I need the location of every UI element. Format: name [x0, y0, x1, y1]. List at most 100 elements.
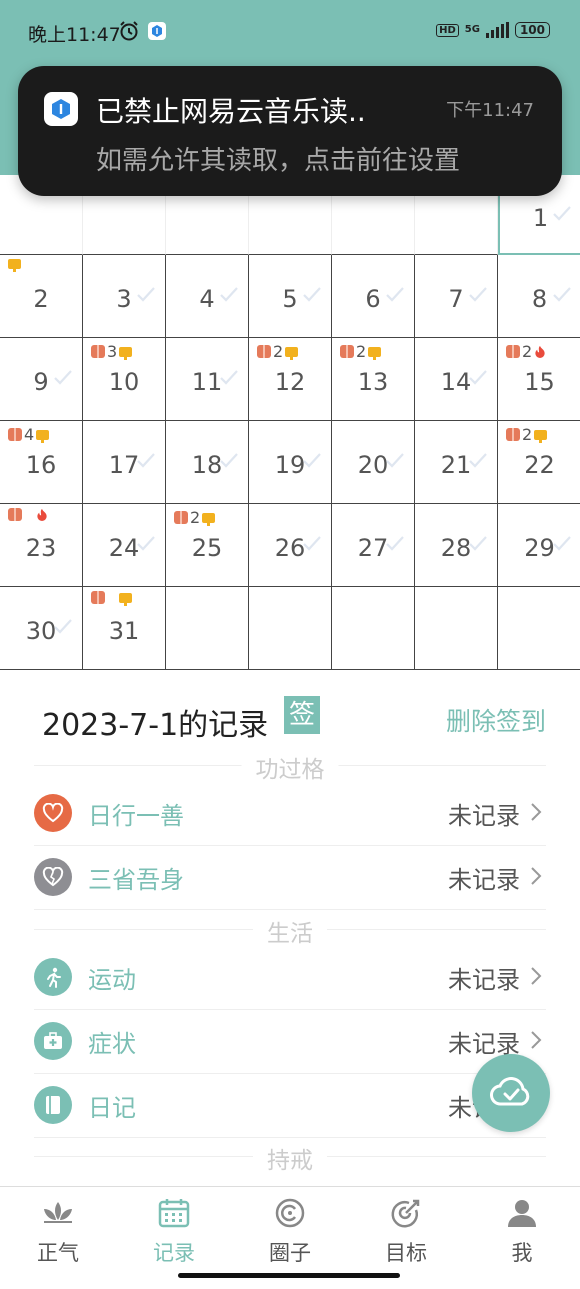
nav-item-me[interactable]: 我: [472, 1195, 572, 1267]
calendar-day-31[interactable]: 31: [83, 587, 166, 670]
book-icon: [340, 345, 354, 358]
day-badges: [91, 591, 132, 606]
record-status: 未记录: [448, 966, 520, 994]
day-badges: 2: [506, 342, 546, 361]
record-row-diary[interactable]: 日记 未记录: [34, 1074, 546, 1138]
calendar-day-4[interactable]: 4: [166, 255, 249, 338]
badge-count: 2: [273, 342, 284, 361]
calendar-day-15[interactable]: 2 15: [498, 338, 580, 421]
fire-icon: [36, 508, 48, 521]
book-icon: [8, 508, 22, 521]
record-row-symptoms[interactable]: 症状 未记录: [34, 1010, 546, 1074]
notification-time: 下午11:47: [446, 100, 534, 121]
day-badges: 4: [8, 425, 50, 444]
check-icon: [386, 536, 404, 556]
calendar-day-5[interactable]: 5: [249, 255, 332, 338]
calendar-empty-cell: [332, 587, 415, 670]
check-icon: [54, 370, 72, 390]
badge-count: 3: [107, 342, 118, 361]
nav-item-records[interactable]: 记录: [124, 1195, 224, 1267]
delete-checkin-button[interactable]: 删除签到: [446, 702, 546, 738]
day-number: 2: [33, 285, 49, 313]
target-icon: [356, 1195, 456, 1231]
check-icon: [303, 536, 321, 556]
check-icon: [553, 287, 571, 307]
calendar-day-26[interactable]: 26: [249, 504, 332, 587]
check-icon: [137, 287, 155, 307]
calendar-empty-cell: [415, 587, 498, 670]
check-icon: [137, 536, 155, 556]
nav-item-circle[interactable]: 圈子: [240, 1195, 340, 1267]
check-icon: [220, 453, 238, 473]
chevron-right-icon: [530, 802, 542, 826]
day-badges: 2: [174, 508, 216, 527]
check-icon: [137, 453, 155, 473]
calendar-day-21[interactable]: 21: [415, 421, 498, 504]
nav-item-zhengqi[interactable]: 正气: [8, 1195, 108, 1267]
calendar-day-29[interactable]: 29: [498, 504, 580, 587]
day-number: 25: [191, 534, 223, 562]
calendar-day-20[interactable]: 20: [332, 421, 415, 504]
calendar-day-30[interactable]: 30: [0, 587, 83, 670]
calendar-grid: 1 2 3 4 5 6 7 8 9 3 10 11 2 12 2 13 14 2 15 4 16 17 18 19 20 21 2 2…: [0, 172, 580, 672]
check-icon: [553, 536, 571, 556]
record-label: 症状: [88, 1030, 136, 1058]
calendar-day-19[interactable]: 19: [249, 421, 332, 504]
calendar-day-14[interactable]: 14: [415, 338, 498, 421]
day-number: 16: [25, 451, 57, 479]
calendar-day-10[interactable]: 3 10: [83, 338, 166, 421]
calendar-day-7[interactable]: 7: [415, 255, 498, 338]
calendar-day-2[interactable]: 2: [0, 255, 83, 338]
notification-banner[interactable]: 已禁止网易云音乐读.. 下午11:47 如需允许其读取，点击前往设置: [18, 66, 562, 196]
book-icon: [506, 428, 520, 441]
fire-icon: [534, 345, 546, 358]
calendar-day-17[interactable]: 17: [83, 421, 166, 504]
record-row-exercise[interactable]: 运动 未记录: [34, 946, 546, 1010]
day-number: 15: [524, 368, 555, 396]
calendar-day-22[interactable]: 2 22: [498, 421, 580, 504]
medical-kit-icon: [34, 1022, 72, 1060]
record-status: 未记录: [448, 802, 520, 830]
check-icon: [469, 370, 487, 390]
chevron-right-icon: [530, 966, 542, 990]
nav-label: 我: [511, 1241, 533, 1265]
calendar-day-16[interactable]: 4 16: [0, 421, 83, 504]
screen-icon: [534, 429, 548, 443]
calendar-day-3[interactable]: 3: [83, 255, 166, 338]
cloud-sync-button[interactable]: [472, 1054, 550, 1132]
calendar-day-9[interactable]: 9: [0, 338, 83, 421]
day-badges: 3: [91, 342, 133, 361]
notification-title: 已禁止网易云音乐读..: [96, 95, 366, 128]
calendar-day-23[interactable]: 23: [0, 504, 83, 587]
calendar-day-18[interactable]: 18: [166, 421, 249, 504]
chevron-right-icon: [530, 866, 542, 890]
record-row-good-deed[interactable]: 日行一善 未记录: [34, 782, 546, 846]
calendar-day-8[interactable]: 8: [498, 255, 580, 338]
check-icon: [386, 453, 404, 473]
notebook-icon: [34, 1086, 72, 1124]
calendar-day-27[interactable]: 27: [332, 504, 415, 587]
screen-icon: [119, 346, 133, 360]
day-number: 23: [25, 534, 57, 562]
record-label: 三省吾身: [88, 866, 184, 894]
nav-item-goals[interactable]: 目标: [356, 1195, 456, 1267]
record-row-self-reflection[interactable]: 三省吾身 未记录: [34, 846, 546, 910]
book-icon: [174, 511, 188, 524]
calendar-empty-cell: [498, 587, 580, 670]
calendar-day-12[interactable]: 2 12: [249, 338, 332, 421]
calendar-day-24[interactable]: 24: [83, 504, 166, 587]
calendar-day-13[interactable]: 2 13: [332, 338, 415, 421]
check-icon: [469, 287, 487, 307]
day-number: 31: [108, 617, 140, 645]
nav-label: 圈子: [269, 1241, 311, 1265]
home-indicator: [178, 1273, 400, 1278]
check-icon: [386, 287, 404, 307]
calendar-day-25[interactable]: 2 25: [166, 504, 249, 587]
day-badges: 2: [506, 425, 548, 444]
calendar-day-11[interactable]: 11: [166, 338, 249, 421]
status-indicators: HD 5G 100: [436, 22, 550, 38]
nav-label: 记录: [153, 1241, 195, 1265]
broken-heart-icon: [34, 858, 72, 896]
calendar-day-28[interactable]: 28: [415, 504, 498, 587]
calendar-day-6[interactable]: 6: [332, 255, 415, 338]
